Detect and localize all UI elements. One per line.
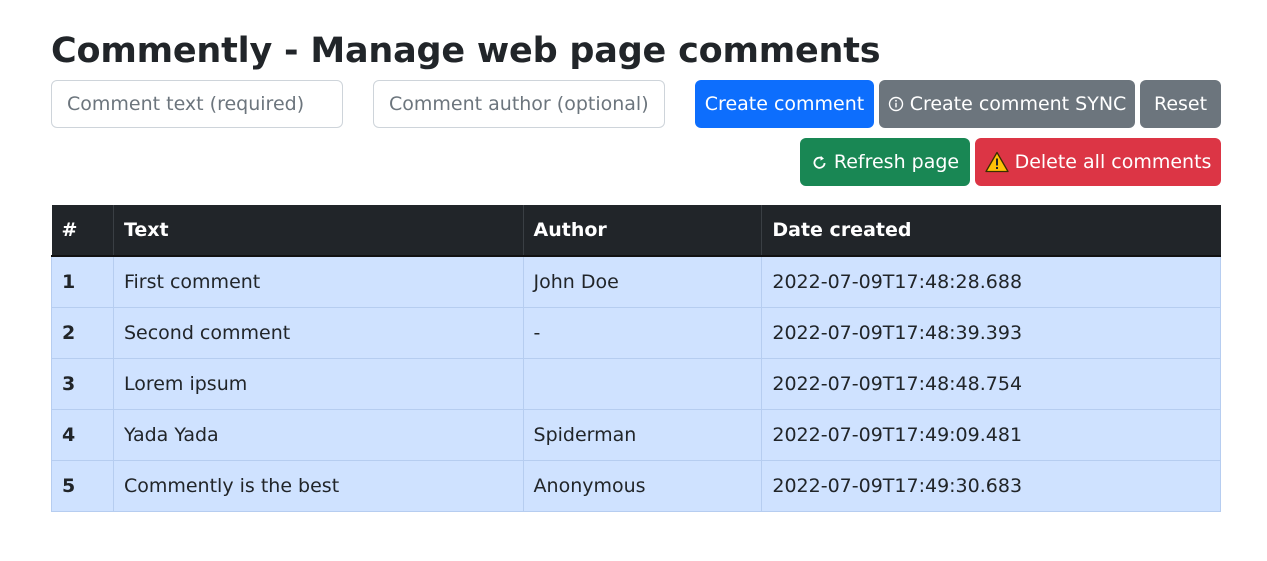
table-row: 4 Yada Yada Spiderman 2022-07-09T17:49:0… [51, 408, 1221, 461]
row-author: Anonymous [522, 459, 763, 512]
table-header-row: # Text Author Date created [51, 205, 1221, 257]
page-title: Commently - Manage web page comments [51, 31, 881, 71]
row-date: 2022-07-09T17:48:28.688 [761, 255, 1221, 308]
row-text: Second comment [112, 306, 524, 359]
column-header-date: Date created [761, 205, 1221, 257]
column-header-author: Author [523, 205, 763, 257]
reset-label: Reset [1153, 93, 1208, 115]
row-date: 2022-07-09T17:48:48.754 [761, 357, 1221, 410]
table-row: 3 Lorem ipsum 2022-07-09T17:48:48.754 [51, 357, 1221, 410]
create-comment-sync-button[interactable]: Create comment SYNC [879, 80, 1135, 128]
table-row: 2 Second comment - 2022-07-09T17:48:39.3… [51, 306, 1221, 359]
row-date: 2022-07-09T17:49:30.683 [761, 459, 1221, 512]
refresh-page-label: Refresh page [833, 151, 960, 173]
refresh-icon [811, 154, 828, 171]
create-comment-label: Create comment [704, 93, 865, 115]
table-row: 1 First comment John Doe 2022-07-09T17:4… [51, 255, 1221, 308]
refresh-page-button[interactable]: Refresh page [800, 138, 970, 186]
page: Commently - Manage web page comments Cre… [0, 0, 1267, 561]
column-header-text: Text [113, 205, 524, 257]
row-author: - [522, 306, 763, 359]
row-author: John Doe [522, 255, 763, 308]
comment-text-input[interactable] [51, 80, 343, 128]
row-author [522, 357, 763, 410]
create-comment-button[interactable]: Create comment [695, 80, 874, 128]
row-author: Spiderman [522, 408, 763, 461]
delete-all-comments-button[interactable]: Delete all comments [975, 138, 1221, 186]
row-number: 1 [51, 255, 114, 308]
column-header-number: # [51, 205, 114, 257]
row-number: 3 [51, 357, 114, 410]
delete-all-comments-label: Delete all comments [1014, 151, 1212, 173]
table-row: 5 Commently is the best Anonymous 2022-0… [51, 459, 1221, 512]
row-number: 2 [51, 306, 114, 359]
row-number: 4 [51, 408, 114, 461]
row-text: Lorem ipsum [112, 357, 524, 410]
comment-author-input[interactable] [373, 80, 665, 128]
info-icon [888, 96, 904, 112]
reset-button[interactable]: Reset [1140, 80, 1221, 128]
row-text: Commently is the best [112, 459, 524, 512]
comments-table: # Text Author Date created 1 First comme… [51, 205, 1221, 512]
row-text: First comment [112, 255, 524, 308]
row-date: 2022-07-09T17:49:09.481 [761, 408, 1221, 461]
row-text: Yada Yada [112, 408, 524, 461]
row-date: 2022-07-09T17:48:39.393 [761, 306, 1221, 359]
row-number: 5 [51, 459, 114, 512]
warning-icon [984, 151, 1009, 173]
create-comment-sync-label: Create comment SYNC [909, 93, 1127, 115]
